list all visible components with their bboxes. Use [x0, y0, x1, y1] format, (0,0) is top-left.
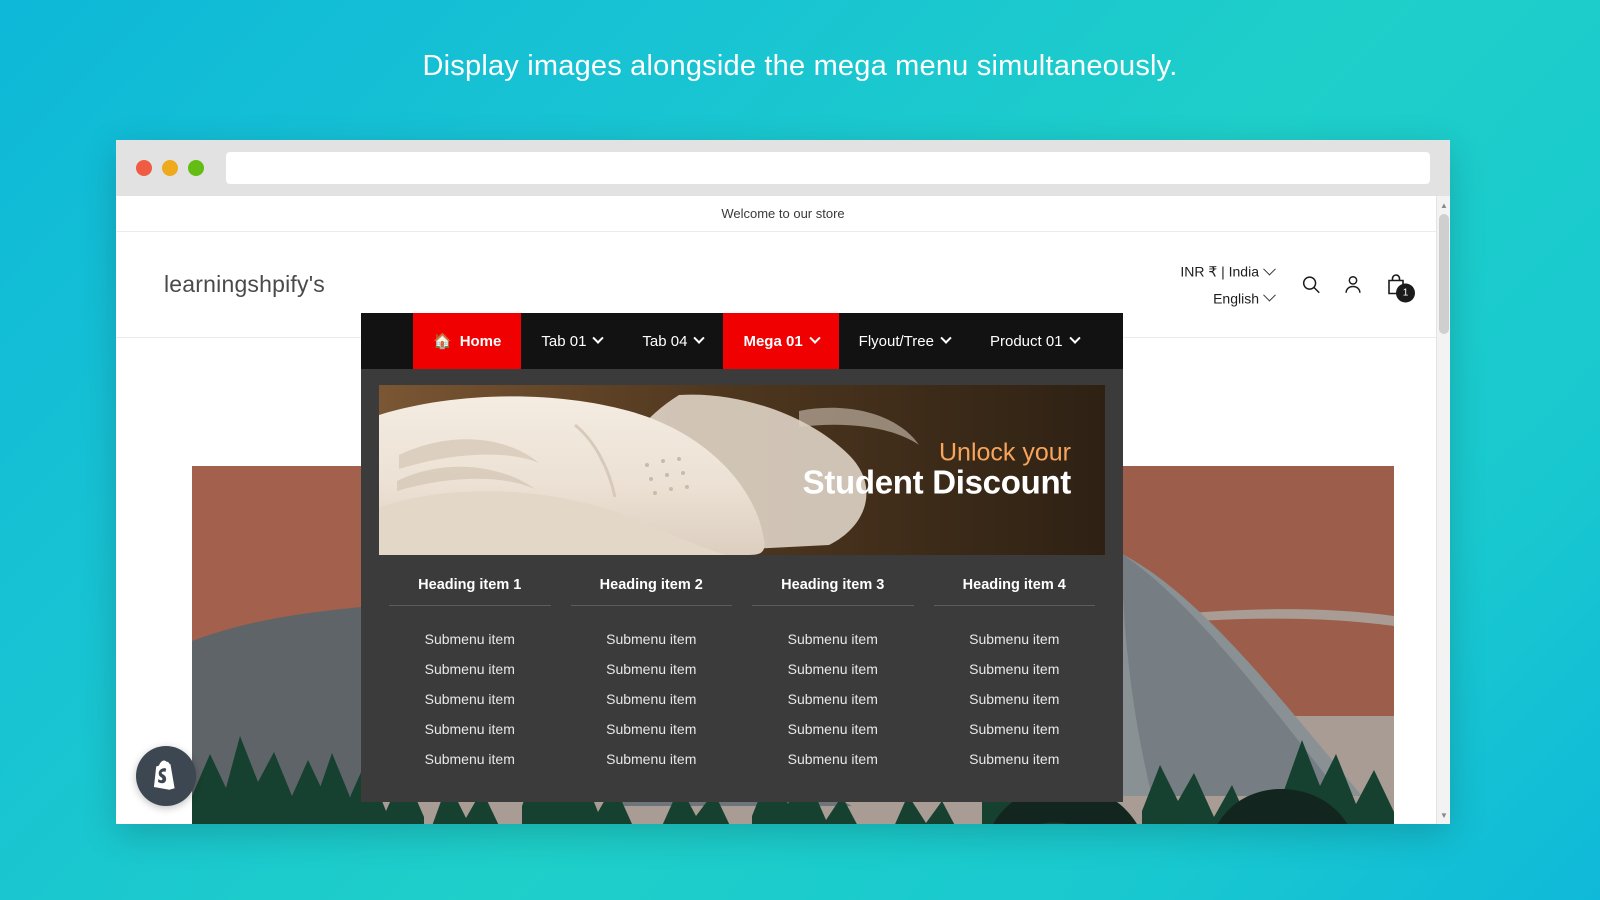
mega-column-4: Heading item 4 Submenu item Submenu item…	[924, 577, 1106, 774]
browser-window: Welcome to our store learningshpify's IN…	[116, 140, 1450, 824]
mega-submenu-item[interactable]: Submenu item	[924, 744, 1106, 774]
mega-submenu-item[interactable]: Submenu item	[561, 714, 743, 744]
mega-submenu-item[interactable]: Submenu item	[379, 744, 561, 774]
page-title: Display images alongside the mega menu s…	[422, 50, 1178, 82]
mega-menu-panel: Unlock your Student Discount Heading ite…	[361, 369, 1123, 802]
banner-caption: Unlock your Student Discount	[802, 438, 1072, 501]
shopify-bag-icon	[153, 760, 175, 790]
vertical-scrollbar[interactable]: ▲ ▼	[1436, 196, 1450, 824]
account-icon[interactable]	[1342, 274, 1364, 296]
currency-selector[interactable]: INR ₹ | India	[1180, 262, 1276, 280]
nav-item-product-01-label: Product 01	[989, 332, 1063, 350]
nav-item-product-01[interactable]: Product 01	[970, 313, 1099, 369]
banner-line-2: Student Discount	[802, 463, 1072, 501]
nav-item-tab-01-label: Tab 01	[541, 332, 587, 350]
shopify-chat-button[interactable]	[136, 746, 196, 806]
mega-submenu-item[interactable]: Submenu item	[561, 744, 743, 774]
main-navigation: 🏠 Home Tab 01 Tab 04 Mega 01 Flyout/Tree	[361, 313, 1123, 369]
mega-submenu-item[interactable]: Submenu item	[742, 744, 924, 774]
mega-submenu-item[interactable]: Submenu item	[379, 714, 561, 744]
currency-selector-label: INR ₹ | India	[1180, 263, 1259, 279]
mega-menu-columns: Heading item 1 Submenu item Submenu item…	[379, 577, 1105, 774]
nav-item-mega-01-label: Mega 01	[743, 332, 803, 350]
nav-item-tab-04-label: Tab 04	[642, 332, 688, 350]
mega-submenu-item[interactable]: Submenu item	[924, 684, 1106, 714]
search-icon[interactable]	[1300, 274, 1322, 296]
mega-column-2: Heading item 2 Submenu item Submenu item…	[561, 577, 743, 774]
nav-item-flyout-tree[interactable]: Flyout/Tree	[839, 313, 970, 369]
scroll-down-arrow[interactable]: ▼	[1437, 808, 1450, 822]
mega-submenu-item[interactable]: Submenu item	[924, 654, 1106, 684]
mega-column-1: Heading item 1 Submenu item Submenu item…	[379, 577, 561, 774]
chevron-down-icon	[1068, 332, 1081, 344]
nav-item-home-label: Home	[459, 332, 502, 350]
close-button[interactable]	[136, 160, 152, 176]
chevron-down-icon	[1263, 262, 1276, 276]
scroll-up-arrow[interactable]: ▲	[1437, 198, 1450, 212]
mega-submenu-item[interactable]: Submenu item	[561, 654, 743, 684]
minimize-button[interactable]	[162, 160, 178, 176]
header-icon-group: 1	[1300, 273, 1415, 303]
mega-submenu-item[interactable]: Submenu item	[561, 684, 743, 714]
nav-item-flyout-tree-label: Flyout/Tree	[858, 332, 934, 350]
browser-toolbar	[116, 140, 1450, 196]
chevron-down-icon	[1263, 288, 1276, 302]
address-bar[interactable]	[226, 152, 1430, 184]
mega-submenu-item[interactable]: Submenu item	[742, 714, 924, 744]
mega-menu-banner[interactable]: Unlock your Student Discount	[379, 385, 1105, 555]
header-utilities: INR ₹ | India English 1	[1180, 262, 1415, 306]
mega-submenu-item[interactable]: Submenu item	[924, 714, 1106, 744]
cart-count-badge: 1	[1396, 283, 1415, 303]
mega-submenu-item[interactable]: Submenu item	[742, 654, 924, 684]
mega-column-heading: Heading item 4	[933, 577, 1095, 606]
language-selector-label: English	[1213, 290, 1259, 306]
home-icon: 🏠	[433, 332, 452, 350]
mega-column-heading: Heading item 2	[570, 577, 732, 606]
mega-column-3: Heading item 3 Submenu item Submenu item…	[742, 577, 924, 774]
mega-column-heading: Heading item 3	[752, 577, 914, 606]
nav-item-home[interactable]: 🏠 Home	[413, 313, 522, 369]
store-logo[interactable]: learningshpify's	[164, 271, 325, 298]
mega-submenu-item[interactable]: Submenu item	[379, 624, 561, 654]
chevron-down-icon	[592, 332, 605, 344]
cart-icon[interactable]: 1	[1384, 273, 1415, 303]
banner-line-1: Unlock your	[939, 438, 1071, 467]
chevron-down-icon	[693, 332, 706, 344]
chevron-down-icon	[809, 332, 821, 344]
nav-leading-spacer	[361, 313, 413, 369]
mega-submenu-item[interactable]: Submenu item	[379, 684, 561, 714]
scrollbar-thumb[interactable]	[1439, 214, 1449, 334]
mega-submenu-item[interactable]: Submenu item	[561, 624, 743, 654]
mega-submenu-item[interactable]: Submenu item	[924, 624, 1106, 654]
announcement-bar: Welcome to our store	[116, 196, 1450, 232]
announcement-text: Welcome to our store	[721, 206, 845, 221]
chevron-down-icon	[940, 332, 952, 344]
locale-selectors: INR ₹ | India English	[1180, 262, 1276, 306]
language-selector[interactable]: English	[1213, 288, 1276, 306]
nav-item-mega-01[interactable]: Mega 01	[723, 313, 839, 369]
mega-column-heading: Heading item 1	[389, 577, 551, 606]
window-controls	[136, 160, 204, 176]
nav-item-tab-01[interactable]: Tab 01	[521, 313, 622, 369]
mega-submenu-item[interactable]: Submenu item	[379, 654, 561, 684]
mega-submenu-item[interactable]: Submenu item	[742, 684, 924, 714]
nav-item-tab-04[interactable]: Tab 04	[622, 313, 723, 369]
mega-submenu-item[interactable]: Submenu item	[742, 624, 924, 654]
maximize-button[interactable]	[188, 160, 204, 176]
site-viewport: Welcome to our store learningshpify's IN…	[116, 196, 1450, 824]
